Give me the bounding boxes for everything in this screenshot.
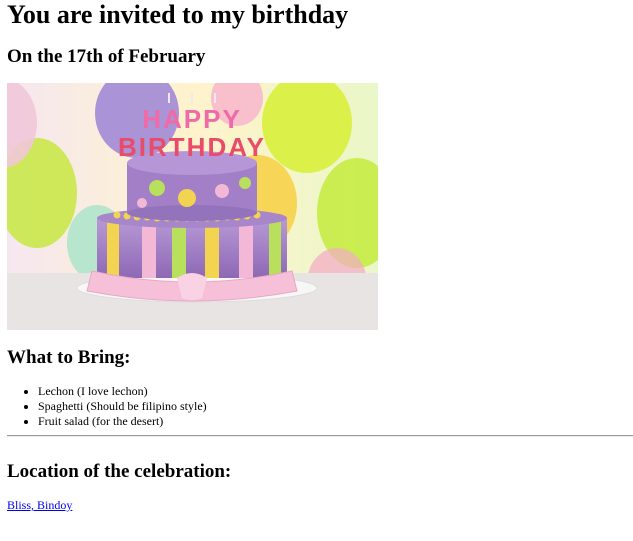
list-item: Lechon (I love lechon)	[38, 384, 207, 399]
what-to-bring-heading: What to Bring:	[7, 347, 131, 368]
list-item: Fruit salad (for the desert)	[38, 414, 207, 429]
location-heading: Location of the celebration:	[7, 461, 232, 482]
page-title: You are invited to my birthday	[7, 0, 349, 29]
birthday-cake-image: HAPPY BIRTHDAY	[7, 83, 378, 330]
svg-text:HAPPY: HAPPY	[142, 104, 242, 134]
list-item: Spaghetti (Should be filipino style)	[38, 399, 207, 414]
horizontal-divider	[7, 435, 633, 437]
svg-text:BIRTHDAY: BIRTHDAY	[118, 132, 266, 162]
bring-list: Lechon (I love lechon) Spaghetti (Should…	[7, 384, 207, 429]
birthday-cake-icon: HAPPY BIRTHDAY	[7, 83, 378, 330]
location-link[interactable]: Bliss, Bindoy	[7, 498, 72, 513]
date-heading: On the 17th of February	[7, 46, 206, 67]
